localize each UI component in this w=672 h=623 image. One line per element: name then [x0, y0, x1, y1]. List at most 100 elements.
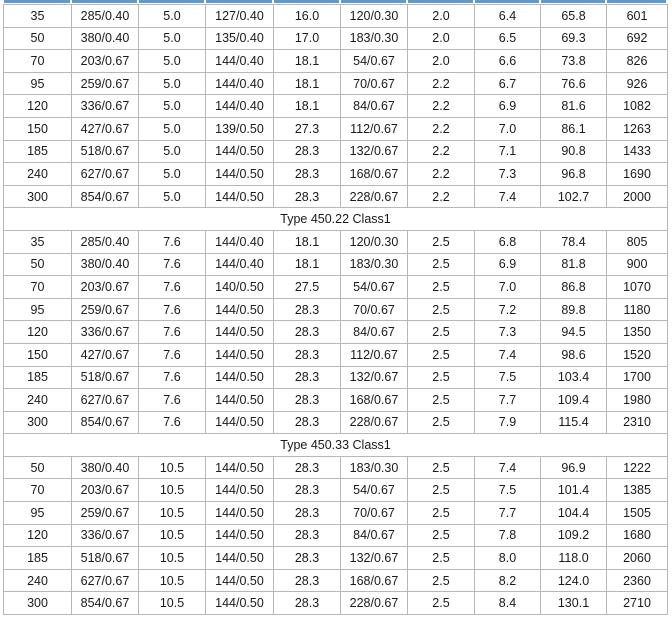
col-value-5-cell: 28.3 — [273, 365, 341, 390]
col-value-8-cell: 7.9 — [474, 410, 541, 435]
header-accent-segment — [139, 0, 204, 3]
col-value-10-cell: 1700 — [606, 365, 668, 390]
col-value-10-cell: 1350 — [606, 320, 668, 344]
col-strands-4-cell: 139/0.50 — [205, 116, 274, 141]
col-value-8-cell: 7.1 — [474, 139, 541, 164]
col-value-3-cell: 10.5 — [138, 478, 206, 503]
col-conductor-strands-cell: 854/0.67 — [71, 184, 139, 209]
col-value-3-cell: 10.5 — [138, 455, 206, 480]
col-value-7-cell: 2.5 — [407, 275, 475, 299]
col-value-3-cell: 10.5 — [138, 501, 206, 525]
col-value-10-cell: 2710 — [606, 591, 668, 616]
col-strands-4-cell: 135/0.40 — [205, 26, 274, 51]
col-value-5-cell: 28.3 — [273, 591, 341, 616]
col-value-7-cell: 2.0 — [407, 49, 475, 73]
col-value-3-cell: 7.6 — [138, 410, 206, 435]
table-row: 35 285/0.40 5.0 127/0.40 16.0 120/0.30 2.0 6.4 6… — [3, 4, 668, 28]
col-strands-6-cell: 132/0.67 — [340, 546, 408, 570]
col-conductor-strands-cell: 203/0.67 — [71, 275, 139, 299]
col-value-10-cell: 1505 — [606, 501, 668, 525]
col-value-5-cell: 28.3 — [273, 297, 341, 322]
col-cross-section-cell: 240 — [3, 568, 72, 593]
col-value-3-cell: 5.0 — [138, 26, 206, 51]
col-cross-section-cell: 300 — [3, 184, 72, 209]
col-value-9-cell: 124.0 — [540, 568, 607, 593]
col-cross-section-cell: 240 — [3, 388, 72, 412]
col-strands-4-cell: 144/0.40 — [205, 252, 274, 277]
col-value-8-cell: 7.7 — [474, 501, 541, 525]
table-row: 300 854/0.67 10.5 144/0.50 28.3 228/0.67 2.5 8.… — [3, 591, 668, 616]
table-row: 95 259/0.67 7.6 144/0.50 28.3 70/0.67 2.5 7.2 89… — [3, 297, 668, 322]
table-row: 70 203/0.67 5.0 144/0.40 18.1 54/0.67 2.0 6.6 73… — [3, 49, 668, 73]
col-strands-4-cell: 144/0.50 — [205, 139, 274, 164]
col-cross-section-cell: 185 — [3, 365, 72, 390]
col-value-5-cell: 18.1 — [273, 252, 341, 277]
col-value-10-cell: 1070 — [606, 275, 668, 299]
col-value-10-cell: 2310 — [606, 410, 668, 435]
col-value-8-cell: 6.5 — [474, 26, 541, 51]
col-value-5-cell: 28.3 — [273, 162, 341, 186]
col-value-9-cell: 69.3 — [540, 26, 607, 51]
col-value-8-cell: 7.8 — [474, 523, 541, 548]
col-value-7-cell: 2.2 — [407, 162, 475, 186]
col-conductor-strands-cell: 336/0.67 — [71, 320, 139, 344]
header-accent-segment — [274, 0, 339, 3]
col-value-9-cell: 65.8 — [540, 4, 607, 28]
col-cross-section-cell: 185 — [3, 139, 72, 164]
col-value-5-cell: 28.3 — [273, 388, 341, 412]
table-row: 185 518/0.67 7.6 144/0.50 28.3 132/0.67 2.5 7.5… — [3, 365, 668, 390]
table-body: 35 285/0.40 5.0 127/0.40 16.0 120/0.30 2.0 6.4 6… — [3, 4, 668, 616]
table-row: 50 380/0.40 10.5 144/0.50 28.3 183/0.30 2.5 7.4… — [3, 455, 668, 480]
table-row: 240 627/0.67 5.0 144/0.50 28.3 168/0.67 2.2 7.3… — [3, 162, 668, 186]
col-cross-section-cell: 95 — [3, 297, 72, 322]
col-value-9-cell: 109.4 — [540, 388, 607, 412]
col-value-3-cell: 7.6 — [138, 342, 206, 367]
col-value-8-cell: 6.9 — [474, 252, 541, 277]
col-value-5-cell: 28.3 — [273, 546, 341, 570]
col-conductor-strands-cell: 627/0.67 — [71, 162, 139, 186]
col-strands-6-cell: 70/0.67 — [340, 501, 408, 525]
col-value-9-cell: 90.8 — [540, 139, 607, 164]
col-value-10-cell: 692 — [606, 26, 668, 51]
col-conductor-strands-cell: 259/0.67 — [71, 297, 139, 322]
header-accent-segment — [541, 0, 605, 3]
col-strands-6-cell: 168/0.67 — [340, 388, 408, 412]
col-value-7-cell: 2.5 — [407, 501, 475, 525]
col-value-10-cell: 1263 — [606, 116, 668, 141]
col-strands-4-cell: 127/0.40 — [205, 4, 274, 28]
col-value-7-cell: 2.2 — [407, 139, 475, 164]
table-row: 150 427/0.67 7.6 144/0.50 28.3 112/0.67 2.5 7.4… — [3, 342, 668, 367]
col-strands-4-cell: 144/0.50 — [205, 320, 274, 344]
col-value-5-cell: 27.5 — [273, 275, 341, 299]
col-conductor-strands-cell: 380/0.40 — [71, 26, 139, 51]
col-value-5-cell: 18.1 — [273, 49, 341, 73]
col-strands-6-cell: 54/0.67 — [340, 478, 408, 503]
col-value-10-cell: 1222 — [606, 455, 668, 480]
col-value-9-cell: 96.8 — [540, 162, 607, 186]
col-cross-section-cell: 70 — [3, 478, 72, 503]
col-value-7-cell: 2.2 — [407, 94, 475, 118]
header-accent-segment — [4, 0, 70, 3]
col-strands-4-cell: 144/0.50 — [205, 297, 274, 322]
col-value-7-cell: 2.5 — [407, 478, 475, 503]
section-title-row: Type 450.33 Class1 — [3, 433, 668, 457]
col-conductor-strands-cell: 285/0.40 — [71, 4, 139, 28]
col-value-9-cell: 78.4 — [540, 229, 607, 254]
col-conductor-strands-cell: 203/0.67 — [71, 49, 139, 73]
col-strands-6-cell: 228/0.67 — [340, 410, 408, 435]
col-value-8-cell: 8.4 — [474, 591, 541, 616]
col-value-7-cell: 2.5 — [407, 252, 475, 277]
col-cross-section-cell: 50 — [3, 26, 72, 51]
col-value-5-cell: 18.1 — [273, 94, 341, 118]
col-value-10-cell: 805 — [606, 229, 668, 254]
col-value-10-cell: 1180 — [606, 297, 668, 322]
col-value-3-cell: 7.6 — [138, 388, 206, 412]
col-strands-6-cell: 168/0.67 — [340, 568, 408, 593]
col-value-10-cell: 2060 — [606, 546, 668, 570]
col-value-5-cell: 28.3 — [273, 410, 341, 435]
col-value-10-cell: 1082 — [606, 94, 668, 118]
col-value-3-cell: 5.0 — [138, 71, 206, 96]
col-value-9-cell: 96.9 — [540, 455, 607, 480]
cable-spec-table: 35 285/0.40 5.0 127/0.40 16.0 120/0.30 2.0 6.4 6… — [3, 4, 668, 616]
col-value-7-cell: 2.5 — [407, 388, 475, 412]
